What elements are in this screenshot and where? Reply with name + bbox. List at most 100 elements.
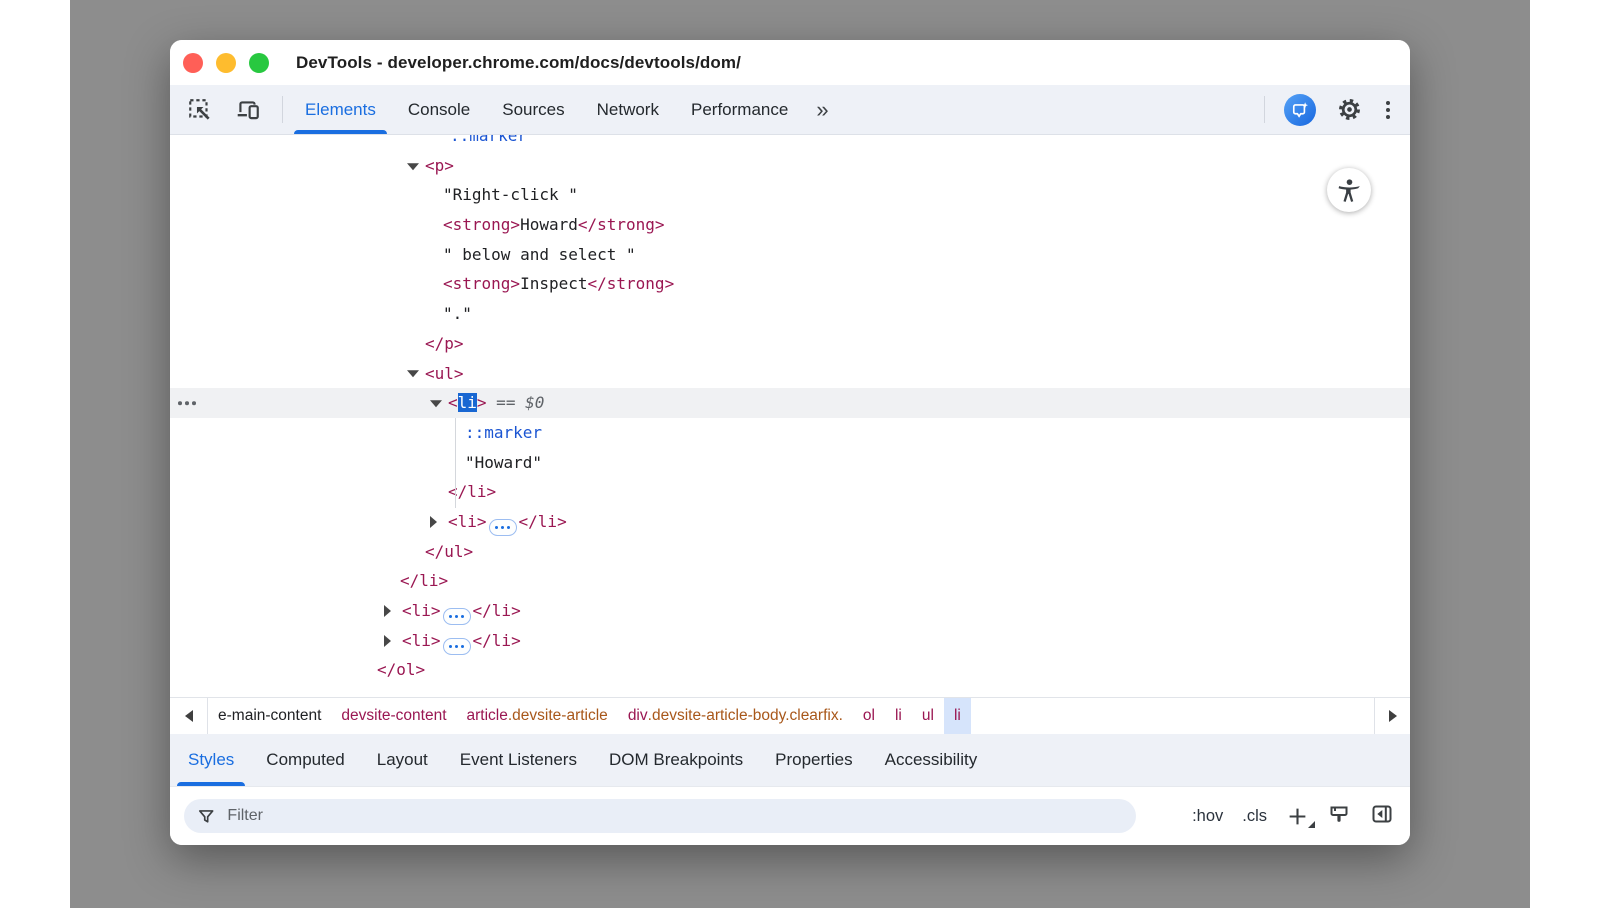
breadcrumb-item-li[interactable]: li bbox=[944, 698, 971, 734]
dom-node-row[interactable]: <li> </li> bbox=[170, 626, 1410, 656]
styles-panel-tabs: StylesComputedLayoutEvent ListenersDOM B… bbox=[170, 734, 1410, 786]
tab-sources[interactable]: Sources bbox=[486, 85, 580, 134]
accessibility-person-icon bbox=[1336, 177, 1363, 204]
dom-node-row[interactable]: </li> bbox=[170, 566, 1410, 596]
devtools-toolbar: ElementsConsoleSourcesNetworkPerformance… bbox=[170, 85, 1410, 135]
dom-node-row[interactable]: <strong>Howard</strong> bbox=[170, 210, 1410, 240]
tab-layout[interactable]: Layout bbox=[361, 734, 444, 786]
dom-node-row[interactable]: <li></li> bbox=[170, 596, 1410, 626]
token-tag: <strong> bbox=[443, 274, 520, 293]
breadcrumb-scroll-right-button[interactable] bbox=[1374, 698, 1410, 734]
brush-icon bbox=[1327, 802, 1351, 826]
accessibility-overlay-button[interactable] bbox=[1327, 168, 1371, 212]
node-menu-dots-icon[interactable] bbox=[178, 401, 196, 405]
filter-bar-controls: :hov .cls bbox=[1192, 802, 1396, 831]
breadcrumb-scroll-left-button[interactable] bbox=[170, 698, 208, 734]
zoom-window-button[interactable] bbox=[249, 53, 269, 73]
tab-console[interactable]: Console bbox=[392, 85, 486, 134]
token-pseudo: ::marker bbox=[465, 423, 542, 442]
tab-elements[interactable]: Elements bbox=[289, 85, 392, 134]
collapse-arrow-icon[interactable] bbox=[430, 400, 442, 407]
token-tag: </strong> bbox=[588, 274, 675, 293]
breadcrumb-item-ul[interactable]: ul bbox=[912, 698, 944, 734]
dom-node-row[interactable]: <strong>Inspect</strong> bbox=[170, 269, 1410, 299]
token-tag: > bbox=[477, 393, 487, 412]
toggle-element-state-button[interactable]: :hov bbox=[1192, 807, 1223, 826]
dom-node-row[interactable]: </ol> bbox=[170, 655, 1410, 685]
dock-sidebar-button[interactable] bbox=[1370, 802, 1394, 831]
breadcrumb-text: li bbox=[895, 707, 902, 725]
dom-node-row[interactable]: <p> bbox=[170, 151, 1410, 181]
ai-assistance-icon[interactable] bbox=[1284, 94, 1316, 126]
window-title: DevTools - developer.chrome.com/docs/dev… bbox=[296, 53, 741, 73]
breadcrumb-text: .devsite-article-body.clearfix. bbox=[648, 707, 843, 725]
dom-node-row[interactable]: <li> == $0 bbox=[170, 388, 1410, 418]
token-tag: <li> bbox=[402, 631, 441, 650]
breadcrumb-item-e-main-content[interactable]: e-main-content bbox=[208, 698, 331, 734]
expand-arrow-icon[interactable] bbox=[430, 516, 437, 528]
dom-tree-panel: ::marker<p>"Right-click "<strong>Howard<… bbox=[170, 135, 1410, 697]
toolbar-divider bbox=[1264, 96, 1265, 123]
dom-node-row[interactable]: ::marker bbox=[170, 135, 1410, 151]
tab-properties[interactable]: Properties bbox=[759, 734, 868, 786]
token-pseudo: ::marker bbox=[450, 135, 527, 145]
dom-node-row[interactable]: <ul> bbox=[170, 359, 1410, 389]
token-tag: </li> bbox=[473, 631, 521, 650]
filter-input[interactable] bbox=[225, 806, 1123, 826]
dom-node-row[interactable]: ::marker bbox=[170, 418, 1410, 448]
styles-filter-field[interactable] bbox=[184, 799, 1136, 833]
token-tag: </li> bbox=[400, 571, 448, 590]
token-text: Inspect bbox=[520, 274, 587, 293]
token-tag: </li> bbox=[473, 601, 521, 620]
close-window-button[interactable] bbox=[183, 53, 203, 73]
collapsed-content-ellipsis-icon[interactable] bbox=[443, 638, 471, 655]
tab-accessibility[interactable]: Accessibility bbox=[869, 734, 994, 786]
dom-node-row[interactable]: "Right-click " bbox=[170, 180, 1410, 210]
element-classes-button[interactable]: .cls bbox=[1242, 807, 1267, 826]
tab-network[interactable]: Network bbox=[581, 85, 675, 134]
breadcrumb-text: li bbox=[954, 707, 961, 725]
token-tag: <ul> bbox=[425, 364, 464, 383]
token-text: Howard bbox=[520, 215, 578, 234]
tab-styles[interactable]: Styles bbox=[172, 734, 250, 786]
collapsed-content-ellipsis-icon[interactable] bbox=[489, 519, 517, 536]
tab-event-listeners[interactable]: Event Listeners bbox=[444, 734, 593, 786]
breadcrumb-item-div-devsite-article-body-clearfix[interactable]: div.devsite-article-body.clearfix. bbox=[618, 698, 853, 734]
token-eq: == bbox=[487, 393, 526, 412]
dom-node-row[interactable]: "Howard" bbox=[170, 448, 1410, 478]
dom-node-row[interactable]: " below and select " bbox=[170, 240, 1410, 270]
dom-node-row[interactable]: <li></li> bbox=[170, 507, 1410, 537]
dom-node-row[interactable]: "." bbox=[170, 299, 1410, 329]
dock-side-icon bbox=[1370, 802, 1394, 826]
rendering-emulations-button[interactable] bbox=[1327, 802, 1351, 831]
tab-performance[interactable]: Performance bbox=[675, 85, 804, 134]
breadcrumb-item-devsite-content[interactable]: devsite-content bbox=[331, 698, 456, 734]
breadcrumb-item-article-devsite-article[interactable]: article.devsite-article bbox=[457, 698, 618, 734]
dom-node-row[interactable]: </li> bbox=[170, 477, 1410, 507]
inspect-cursor-icon[interactable] bbox=[186, 96, 214, 124]
breadcrumb-text: ul bbox=[922, 707, 934, 725]
token-tag: </ul> bbox=[425, 542, 473, 561]
device-toolbar-icon[interactable] bbox=[234, 96, 262, 124]
token-text: "." bbox=[443, 304, 472, 323]
dom-tree-rows: ::marker<p>"Right-click "<strong>Howard<… bbox=[170, 135, 1410, 685]
more-tabs-icon[interactable]: » bbox=[804, 99, 840, 121]
collapse-arrow-icon[interactable] bbox=[407, 371, 419, 378]
tab-computed[interactable]: Computed bbox=[250, 734, 360, 786]
gear-icon[interactable] bbox=[1335, 96, 1363, 124]
expand-arrow-icon[interactable] bbox=[384, 635, 391, 647]
expand-arrow-icon[interactable] bbox=[384, 605, 391, 617]
token-tag: </ol> bbox=[377, 660, 425, 679]
collapsed-content-ellipsis-icon[interactable] bbox=[443, 608, 471, 625]
breadcrumb-bar: e-main-contentdevsite-contentarticle.dev… bbox=[170, 697, 1410, 734]
breadcrumb-item-li[interactable]: li bbox=[885, 698, 912, 734]
breadcrumb-item-ol[interactable]: ol bbox=[853, 698, 885, 734]
minimize-window-button[interactable] bbox=[216, 53, 236, 73]
collapse-arrow-icon[interactable] bbox=[407, 163, 419, 170]
tab-dom-breakpoints[interactable]: DOM Breakpoints bbox=[593, 734, 759, 786]
dom-node-row[interactable]: </p> bbox=[170, 329, 1410, 359]
window-titlebar: DevTools - developer.chrome.com/docs/dev… bbox=[170, 40, 1410, 85]
new-style-rule-button[interactable] bbox=[1286, 805, 1308, 827]
dom-node-row[interactable]: </ul> bbox=[170, 537, 1410, 567]
kebab-menu-icon[interactable] bbox=[1382, 97, 1394, 123]
